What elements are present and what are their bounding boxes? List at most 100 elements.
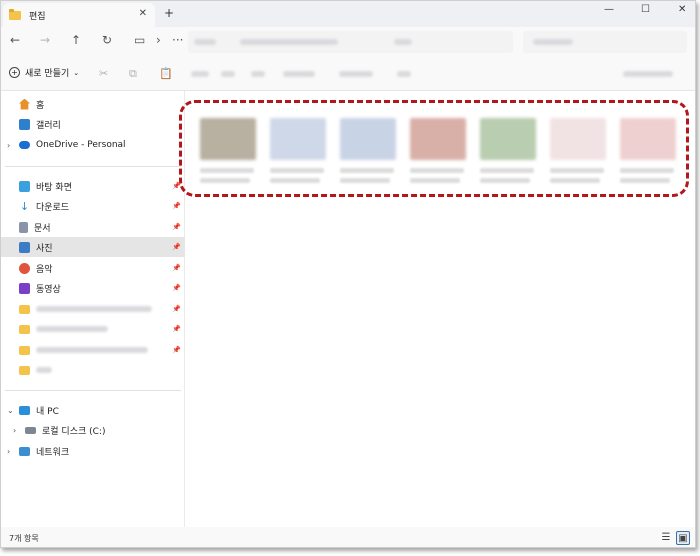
sidebar-item-gallery[interactable]: 갤러리 bbox=[1, 114, 185, 134]
minimize-button[interactable]: — bbox=[604, 4, 614, 15]
collapse-icon[interactable]: ⌄ bbox=[7, 406, 14, 415]
sidebar-item-label: 로컬 디스크 (C:) bbox=[42, 426, 106, 437]
navigation-bar: ← → ↑ ↻ ▭ › ··· bbox=[1, 27, 695, 57]
folder-icon bbox=[19, 365, 30, 375]
tab-close-icon[interactable]: ✕ bbox=[139, 8, 147, 19]
details-view-button[interactable]: ☰ bbox=[659, 531, 673, 545]
download-icon: ↓ bbox=[19, 199, 30, 213]
file-explorer-window: 편집 ✕ + — ☐ ✕ ← → ↑ ↻ ▭ › ··· + 새로 만들기 ⌄ … bbox=[0, 0, 696, 548]
sidebar-item-pinned-folder[interactable]: 📌 bbox=[1, 319, 185, 339]
item-count: 7개 항목 bbox=[9, 534, 39, 543]
folder-name-blurred bbox=[36, 347, 148, 353]
sidebar-item-pictures[interactable]: 사진 📌 bbox=[1, 237, 185, 257]
sidebar-item-desktop[interactable]: 바탕 화면 📌 bbox=[1, 176, 185, 196]
up-button[interactable]: ↑ bbox=[71, 33, 81, 47]
sidebar-item-label: 네트워크 bbox=[36, 447, 70, 458]
home-icon bbox=[19, 98, 30, 110]
search-box[interactable] bbox=[523, 31, 687, 53]
title-bar: 편집 ✕ + — ☐ ✕ bbox=[1, 1, 695, 27]
video-icon bbox=[19, 282, 30, 294]
network-icon bbox=[19, 446, 30, 456]
search-placeholder-blurred bbox=[533, 39, 573, 45]
pin-icon[interactable]: 📌 bbox=[172, 243, 181, 251]
folder-icon bbox=[19, 324, 30, 334]
pin-icon[interactable]: 📌 bbox=[172, 223, 181, 231]
gallery-icon bbox=[19, 118, 30, 130]
cut-icon[interactable]: ✂ bbox=[99, 67, 108, 80]
pictures-icon bbox=[19, 241, 30, 253]
copy-icon[interactable]: ⧉ bbox=[129, 67, 137, 81]
sidebar-item-videos[interactable]: 동영상 📌 bbox=[1, 278, 185, 298]
command-bar: + 새로 만들기 ⌄ ✂ ⧉ 📋 bbox=[1, 57, 695, 91]
maximize-button[interactable]: ☐ bbox=[641, 4, 650, 15]
sidebar-item-onedrive[interactable]: › OneDrive - Personal bbox=[1, 135, 185, 155]
sidebar-item-music[interactable]: 음악 📌 bbox=[1, 258, 185, 278]
breadcrumb-chevron-icon[interactable]: › bbox=[156, 33, 161, 47]
pin-icon[interactable]: 📌 bbox=[172, 346, 181, 354]
back-button[interactable]: ← bbox=[10, 33, 20, 47]
breadcrumb-blurred bbox=[240, 39, 338, 45]
folder-icon bbox=[19, 345, 30, 355]
paste-icon[interactable]: 📋 bbox=[159, 67, 173, 80]
sidebar-item-label: 내 PC bbox=[36, 406, 59, 417]
address-bar[interactable] bbox=[188, 31, 513, 53]
sidebar-item-label: OneDrive - Personal bbox=[36, 140, 126, 150]
sidebar-item-label: 문서 bbox=[34, 223, 51, 234]
breadcrumb-blurred bbox=[394, 39, 412, 45]
command-blurred bbox=[397, 71, 411, 77]
command-blurred bbox=[623, 71, 673, 77]
pin-icon[interactable]: 📌 bbox=[172, 264, 181, 272]
sidebar-item-pinned-folder[interactable]: 📌 bbox=[1, 340, 185, 360]
new-tab-button[interactable]: + bbox=[164, 6, 174, 20]
cloud-icon bbox=[19, 141, 30, 149]
command-blurred bbox=[221, 71, 235, 77]
pin-icon[interactable]: 📌 bbox=[172, 284, 181, 292]
pin-icon[interactable]: 📌 bbox=[172, 325, 181, 333]
new-button[interactable]: + 새로 만들기 ⌄ bbox=[9, 66, 79, 79]
divider bbox=[5, 166, 181, 167]
sidebar-item-label: 동영상 bbox=[36, 284, 61, 295]
expand-icon[interactable]: › bbox=[7, 447, 10, 456]
computer-icon bbox=[19, 405, 30, 415]
folder-name-blurred bbox=[36, 306, 152, 312]
new-button-label: 새로 만들기 bbox=[25, 69, 70, 79]
folder-name-blurred bbox=[36, 367, 52, 373]
breadcrumb-blurred bbox=[194, 39, 216, 45]
forward-button[interactable]: → bbox=[40, 33, 50, 47]
pin-icon[interactable]: 📌 bbox=[172, 202, 181, 210]
sidebar-item-network[interactable]: › 네트워크 bbox=[1, 441, 185, 461]
close-window-button[interactable]: ✕ bbox=[678, 4, 686, 15]
monitor-icon[interactable]: ▭ bbox=[134, 33, 145, 47]
chevron-down-icon: ⌄ bbox=[73, 68, 80, 77]
more-locations-button[interactable]: ··· bbox=[172, 33, 183, 47]
tab-edit[interactable]: 편집 ✕ bbox=[3, 3, 155, 27]
sidebar-item-pinned-folder[interactable]: 📌 bbox=[1, 299, 185, 319]
pin-icon[interactable]: 📌 bbox=[172, 305, 181, 313]
folder-name-blurred bbox=[36, 326, 108, 332]
document-icon bbox=[19, 221, 28, 233]
command-blurred bbox=[191, 71, 209, 77]
expand-icon[interactable]: › bbox=[13, 426, 16, 435]
sidebar-item-label: 사진 bbox=[36, 243, 53, 254]
status-bar: 7개 항목 ☰ ▣ bbox=[1, 527, 695, 547]
expand-icon[interactable]: › bbox=[7, 141, 10, 150]
plus-icon: + bbox=[9, 67, 20, 78]
sidebar-item-this-pc[interactable]: ⌄ 내 PC bbox=[1, 400, 185, 420]
sidebar-item-local-disk[interactable]: › 로컬 디스크 (C:) bbox=[1, 420, 185, 440]
folder-icon bbox=[9, 8, 21, 20]
sidebar-item-pinned-folder[interactable] bbox=[1, 360, 185, 380]
folder-icon bbox=[19, 304, 30, 314]
highlight-annotation bbox=[179, 100, 689, 197]
sidebar-item-label: 갤러리 bbox=[36, 120, 61, 131]
tab-title: 편집 bbox=[29, 11, 46, 22]
tiles-view-button[interactable]: ▣ bbox=[676, 531, 690, 545]
drive-icon bbox=[25, 426, 36, 434]
sidebar-item-home[interactable]: 홈 bbox=[1, 94, 185, 114]
command-blurred bbox=[283, 71, 315, 77]
refresh-button[interactable]: ↻ bbox=[102, 33, 112, 47]
sidebar-item-downloads[interactable]: ↓ 다운로드 📌 bbox=[1, 196, 185, 216]
divider bbox=[5, 390, 181, 391]
sidebar-item-documents[interactable]: 문서 📌 bbox=[1, 217, 185, 237]
command-blurred bbox=[339, 71, 373, 77]
sidebar-item-label: 음악 bbox=[36, 264, 53, 275]
